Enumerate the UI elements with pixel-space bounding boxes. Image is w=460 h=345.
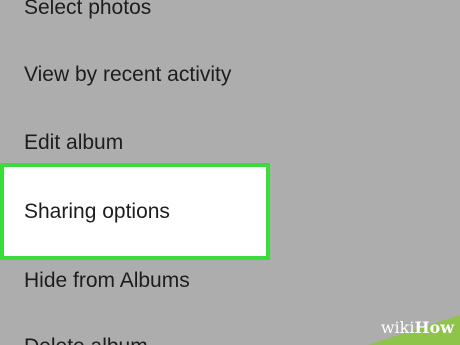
menu-item-edit-album[interactable]: Edit album: [24, 129, 123, 157]
menu-item-hide-from-albums[interactable]: Hide from Albums: [24, 267, 190, 295]
wikihow-watermark: wikiHow: [348, 305, 460, 345]
menu-item-sharing-options[interactable]: Sharing options: [24, 198, 170, 226]
overflow-menu: Select photos View by recent activity Ed…: [0, 0, 460, 345]
menu-item-view-by-recent-activity[interactable]: View by recent activity: [24, 61, 231, 89]
watermark-text: wikiHow: [380, 318, 454, 337]
menu-item-delete-album[interactable]: Delete album: [24, 333, 148, 345]
menu-item-select-photos[interactable]: Select photos: [24, 0, 151, 22]
